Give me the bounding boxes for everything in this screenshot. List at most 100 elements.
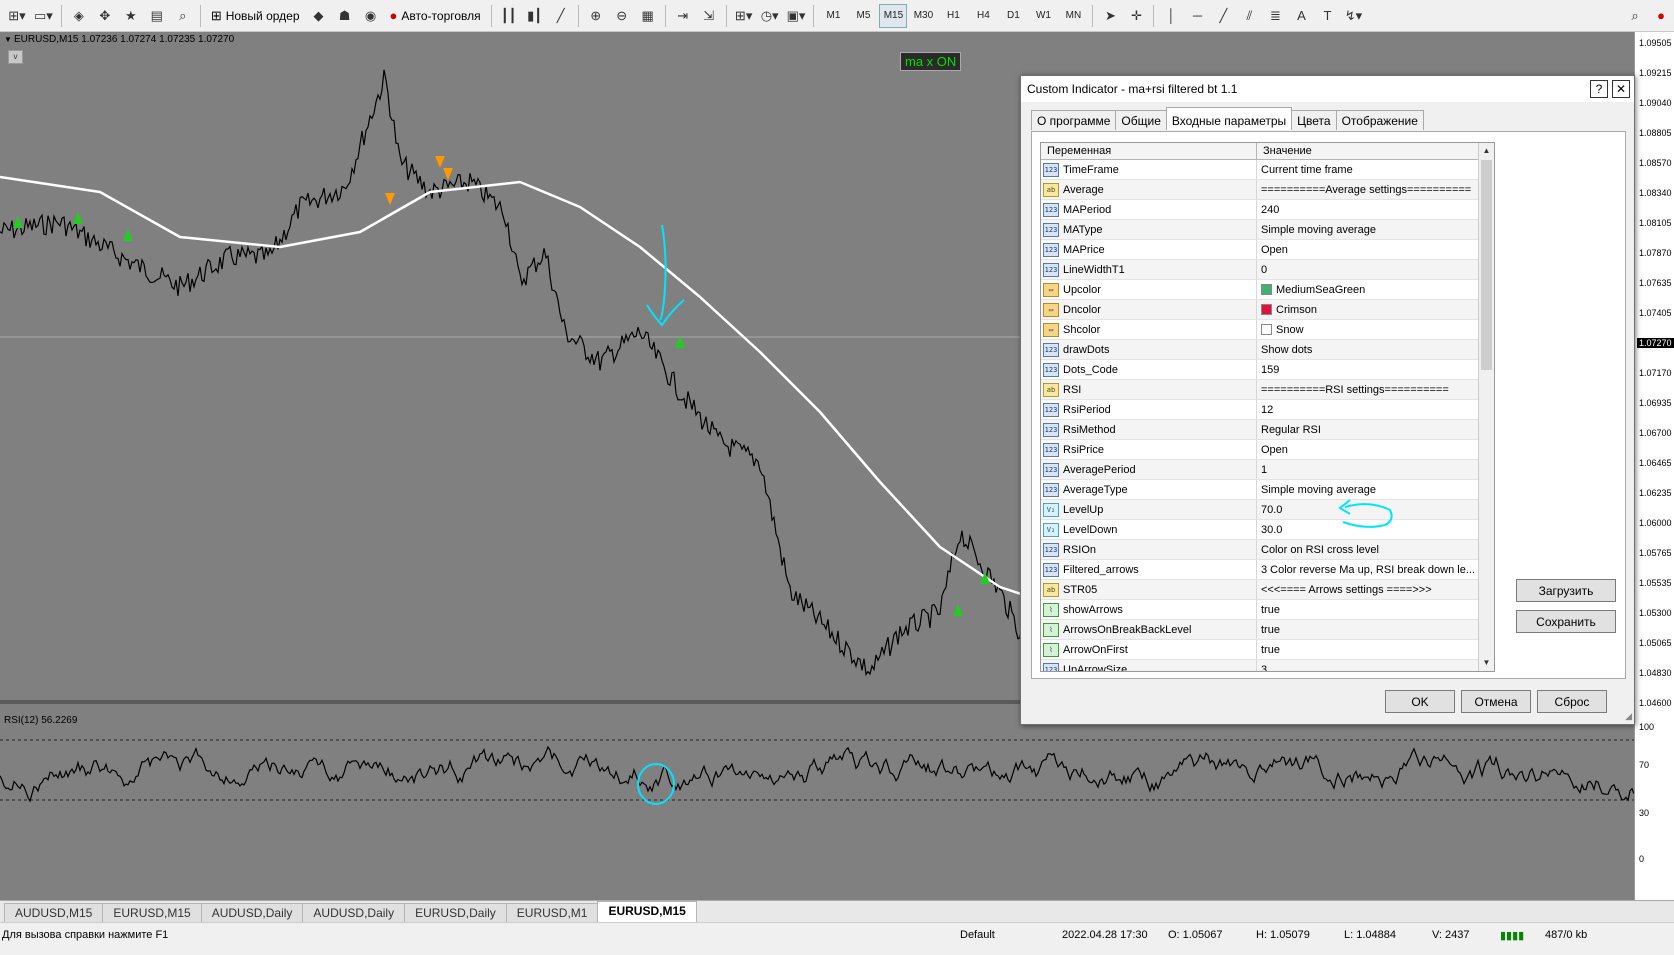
periods-icon[interactable]: ◷▾: [758, 4, 782, 28]
param-value-cell[interactable]: 3: [1257, 660, 1475, 672]
ok-button[interactable]: OK: [1385, 690, 1455, 713]
scroll-thumb[interactable]: [1481, 160, 1492, 370]
param-value-cell[interactable]: Color on RSI cross level: [1257, 540, 1475, 559]
param-row[interactable]: 123 drawDots Show dots: [1041, 340, 1494, 360]
chart-shift-icon[interactable]: ⇥: [671, 4, 695, 28]
notifications-icon[interactable]: ●: [1649, 4, 1673, 28]
param-value-cell[interactable]: 0: [1257, 260, 1475, 279]
param-value-cell[interactable]: Crimson: [1257, 300, 1475, 319]
bar-chart-icon[interactable]: ┃┃: [497, 4, 521, 28]
param-row[interactable]: V₂ LevelDown 30.0: [1041, 520, 1494, 540]
dialog-tab[interactable]: Общие: [1115, 110, 1167, 130]
param-value-cell[interactable]: 240: [1257, 200, 1475, 219]
param-value-cell[interactable]: ==========RSI settings==========: [1257, 380, 1475, 399]
strategy-tester-icon[interactable]: ⌕: [171, 4, 195, 28]
timeframe-h1[interactable]: H1: [939, 4, 967, 28]
param-value-cell[interactable]: 30.0: [1257, 520, 1475, 539]
timeframe-w1[interactable]: W1: [1029, 4, 1057, 28]
param-row[interactable]: 123 RSIOn Color on RSI cross level: [1041, 540, 1494, 560]
meta-editor-icon[interactable]: ◆: [307, 4, 331, 28]
param-row[interactable]: 123 MAType Simple moving average: [1041, 220, 1494, 240]
param-row[interactable]: ab Average ==========Average settings=====…: [1041, 180, 1494, 200]
timeframe-m30[interactable]: M30: [909, 4, 937, 28]
ma-toggle-button[interactable]: ma x ON: [900, 52, 962, 71]
param-row[interactable]: 123 Filtered_arrows 3 Color reverse Ma up,…: [1041, 560, 1494, 580]
param-row[interactable]: ▭ Dncolor Crimson: [1041, 300, 1494, 320]
param-value-cell[interactable]: 70.0: [1257, 500, 1475, 519]
param-row[interactable]: 123 UpArrowSize 3: [1041, 660, 1494, 672]
param-value-cell[interactable]: ==========Average settings==========: [1257, 180, 1475, 199]
terminal-icon[interactable]: ▤: [145, 4, 169, 28]
param-value-cell[interactable]: Show dots: [1257, 340, 1475, 359]
dialog-tab[interactable]: Цвета: [1291, 110, 1337, 130]
param-value-cell[interactable]: 1: [1257, 460, 1475, 479]
arrows-icon[interactable]: ↯▾: [1341, 4, 1365, 28]
param-value-cell[interactable]: 159: [1257, 360, 1475, 379]
chart-tab[interactable]: AUDUSD,Daily: [302, 903, 406, 922]
chart-collapse-chevron-icon[interactable]: v: [8, 50, 23, 64]
auto-trading-button[interactable]: ● Авто-торговля: [385, 4, 486, 28]
radio-icon[interactable]: ◉: [359, 4, 383, 28]
scroll-down-icon[interactable]: ▼: [1479, 655, 1494, 671]
tile-windows-icon[interactable]: ▦: [636, 4, 660, 28]
new-chart-icon[interactable]: ⊞▾: [5, 4, 29, 28]
text-label-icon[interactable]: T: [1315, 4, 1339, 28]
param-row[interactable]: V₂ LevelUp 70.0: [1041, 500, 1494, 520]
param-row[interactable]: 123 Dots_Code 159: [1041, 360, 1494, 380]
param-row[interactable]: 123 RsiPeriod 12: [1041, 400, 1494, 420]
signals-icon[interactable]: ☗: [333, 4, 357, 28]
param-row[interactable]: ab STR05 <<<==== Arrows settings ====>>>: [1041, 580, 1494, 600]
param-row[interactable]: 123 AverageType Simple moving average: [1041, 480, 1494, 500]
cancel-button[interactable]: Отмена: [1461, 690, 1531, 713]
params-grid[interactable]: Переменная Значение 123 TimeFrame Current …: [1040, 142, 1495, 672]
zoom-out-icon[interactable]: ⊖: [610, 4, 634, 28]
param-value-cell[interactable]: Snow: [1257, 320, 1475, 339]
channel-icon[interactable]: ⫽: [1237, 4, 1261, 28]
timeframe-m5[interactable]: M5: [849, 4, 877, 28]
param-row[interactable]: 123 MAPeriod 240: [1041, 200, 1494, 220]
trendline-icon[interactable]: ╱: [1211, 4, 1235, 28]
scroll-up-icon[interactable]: ▲: [1479, 143, 1494, 159]
chart-tab[interactable]: EURUSD,M15: [102, 903, 202, 922]
chart-tab[interactable]: EURUSD,M15: [597, 901, 697, 922]
param-row[interactable]: 123 AveragePeriod 1: [1041, 460, 1494, 480]
save-button[interactable]: Сохранить: [1516, 610, 1616, 633]
param-row[interactable]: ⌇ ArrowOnFirst true: [1041, 640, 1494, 660]
candle-chart-icon[interactable]: ▮┃: [523, 4, 547, 28]
dialog-title-bar[interactable]: Custom Indicator - ma+rsi filtered bt 1.…: [1021, 76, 1634, 102]
dialog-tab[interactable]: О программе: [1031, 110, 1117, 130]
timeframe-m1[interactable]: M1: [819, 4, 847, 28]
param-row[interactable]: 123 TimeFrame Current time frame: [1041, 160, 1494, 180]
param-row[interactable]: 123 RsiPrice Open: [1041, 440, 1494, 460]
param-value-cell[interactable]: <<<==== Arrows settings ====>>>: [1257, 580, 1475, 599]
param-value-cell[interactable]: Regular RSI: [1257, 420, 1475, 439]
param-value-cell[interactable]: 3 Color reverse Ma up, RSI break down le…: [1257, 560, 1475, 579]
param-value-cell[interactable]: MediumSeaGreen: [1257, 280, 1475, 299]
reset-button[interactable]: Сброс: [1537, 690, 1607, 713]
timeframe-m15[interactable]: M15: [879, 3, 908, 28]
param-row[interactable]: ▭ Shcolor Snow: [1041, 320, 1494, 340]
param-row[interactable]: 123 LineWidthT1 0: [1041, 260, 1494, 280]
param-row[interactable]: ab RSI ==========RSI settings==========: [1041, 380, 1494, 400]
chart-tab[interactable]: AUDUSD,M15: [4, 903, 104, 922]
chart-tab[interactable]: EURUSD,Daily: [404, 903, 507, 922]
chart-tab[interactable]: AUDUSD,Daily: [200, 903, 304, 922]
fibonacci-icon[interactable]: ≣: [1263, 4, 1287, 28]
timeframe-h4[interactable]: H4: [969, 4, 997, 28]
param-row[interactable]: ⌇ showArrows true: [1041, 600, 1494, 620]
param-row[interactable]: ▭ Upcolor MediumSeaGreen: [1041, 280, 1494, 300]
param-value-cell[interactable]: Current time frame: [1257, 160, 1475, 179]
timeframe-d1[interactable]: D1: [999, 4, 1027, 28]
load-button[interactable]: Загрузить: [1516, 579, 1616, 602]
indicators-icon[interactable]: ⊞▾: [732, 4, 756, 28]
resize-grip-icon[interactable]: ◢: [1625, 711, 1632, 722]
param-value-cell[interactable]: true: [1257, 600, 1475, 619]
line-chart-icon[interactable]: ╱: [549, 4, 573, 28]
navigator-icon[interactable]: ★: [119, 4, 143, 28]
cursor-icon[interactable]: ➤: [1098, 4, 1122, 28]
param-value-cell[interactable]: true: [1257, 620, 1475, 639]
help-button[interactable]: ?: [1590, 80, 1608, 98]
autoscroll-icon[interactable]: ⇲: [697, 4, 721, 28]
param-row[interactable]: 123 MAPrice Open: [1041, 240, 1494, 260]
horizontal-line-icon[interactable]: ─: [1185, 4, 1209, 28]
